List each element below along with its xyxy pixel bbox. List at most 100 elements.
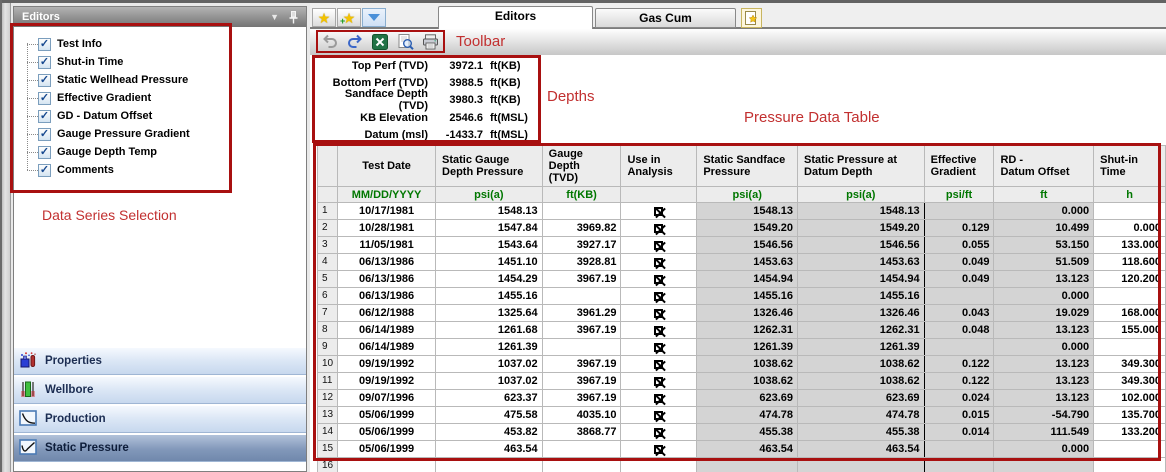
checkbox-checked-icon[interactable] (654, 326, 663, 335)
shut-in-time-cell[interactable]: 0.000 (1094, 220, 1166, 237)
gauge-depth-cell[interactable]: 3967.19 (542, 373, 621, 390)
use-in-analysis-cell[interactable] (621, 373, 697, 390)
tab-gas-cum[interactable]: Gas Cum (595, 8, 736, 28)
gauge-depth-cell[interactable]: 3961.29 (542, 305, 621, 322)
static-gauge-depth-pressure-cell[interactable]: 1454.29 (436, 271, 543, 288)
use-in-analysis-cell[interactable] (621, 237, 697, 254)
checkbox-checked-icon[interactable] (654, 343, 663, 352)
tab-editors[interactable]: Editors (438, 6, 593, 29)
new-tab-button[interactable] (741, 8, 762, 28)
shut-in-time-cell[interactable] (1094, 339, 1166, 356)
add-favorite-star-button[interactable]: ★+ (337, 8, 361, 27)
use-in-analysis-cell[interactable] (621, 339, 697, 356)
gauge-depth-cell[interactable]: 3868.77 (542, 424, 621, 441)
gauge-depth-cell[interactable]: 3967.19 (542, 390, 621, 407)
print-preview-button[interactable] (395, 33, 415, 51)
gauge-depth-cell[interactable]: 3967.19 (542, 271, 621, 288)
shut-in-time-cell[interactable]: 168.000 (1094, 305, 1166, 322)
test-date-cell[interactable]: 10/17/1981 (338, 203, 436, 220)
test-date-cell[interactable]: 06/12/1988 (338, 305, 436, 322)
checkbox-checked-icon[interactable] (654, 207, 663, 216)
tree-item-effective-gradient[interactable]: ✓Effective Gradient (24, 89, 306, 107)
use-in-analysis-cell[interactable] (621, 288, 697, 305)
checkbox-checked-icon[interactable]: ✓ (38, 56, 51, 69)
print-button[interactable] (420, 33, 440, 51)
checkbox-checked-icon[interactable] (654, 360, 663, 369)
static-gauge-depth-pressure-cell[interactable]: 1548.13 (436, 203, 543, 220)
use-in-analysis-cell[interactable] (621, 424, 697, 441)
gauge-depth-cell[interactable] (542, 458, 621, 472)
static-gauge-depth-pressure-cell[interactable]: 453.82 (436, 424, 543, 441)
export-excel-button[interactable] (370, 33, 390, 51)
shut-in-time-cell[interactable]: 118.600 (1094, 254, 1166, 271)
static-gauge-depth-pressure-cell[interactable]: 475.58 (436, 407, 543, 424)
static-gauge-depth-pressure-cell[interactable]: 1543.64 (436, 237, 543, 254)
nav-item-static-pressure[interactable]: Static Pressure (14, 434, 306, 462)
shut-in-time-cell[interactable]: 133.000 (1094, 237, 1166, 254)
checkbox-checked-icon[interactable] (654, 394, 663, 403)
test-date-cell[interactable] (338, 458, 436, 472)
static-gauge-depth-pressure-cell[interactable]: 1037.02 (436, 356, 543, 373)
gauge-depth-cell[interactable]: 3967.19 (542, 322, 621, 339)
gauge-depth-cell[interactable]: 3927.17 (542, 237, 621, 254)
checkbox-checked-icon[interactable]: ✓ (38, 146, 51, 159)
static-gauge-depth-pressure-cell[interactable]: 463.54 (436, 441, 543, 458)
shut-in-time-cell[interactable] (1094, 458, 1166, 472)
shut-in-time-cell[interactable]: 349.300 (1094, 373, 1166, 390)
test-date-cell[interactable]: 06/13/1986 (338, 271, 436, 288)
nav-item-properties[interactable]: Properties (14, 347, 306, 375)
checkbox-checked-icon[interactable] (654, 292, 663, 301)
pin-icon[interactable] (289, 11, 298, 24)
test-date-cell[interactable]: 11/05/1981 (338, 237, 436, 254)
tree-item-test-info[interactable]: ✓Test Info (24, 35, 306, 53)
favorites-dropdown-button[interactable] (362, 8, 386, 27)
use-in-analysis-cell[interactable] (621, 390, 697, 407)
gauge-depth-cell[interactable]: 3928.81 (542, 254, 621, 271)
gauge-depth-cell[interactable] (542, 288, 621, 305)
static-gauge-depth-pressure-cell[interactable] (436, 458, 543, 472)
use-in-analysis-cell[interactable] (621, 254, 697, 271)
shut-in-time-cell[interactable] (1094, 203, 1166, 220)
checkbox-checked-icon[interactable] (654, 377, 663, 386)
checkbox-checked-icon[interactable] (654, 241, 663, 250)
static-gauge-depth-pressure-cell[interactable]: 1037.02 (436, 373, 543, 390)
nav-item-production[interactable]: Production (14, 405, 306, 433)
static-gauge-depth-pressure-cell[interactable]: 1261.39 (436, 339, 543, 356)
checkbox-checked-icon[interactable] (654, 309, 663, 318)
test-date-cell[interactable]: 06/14/1989 (338, 322, 436, 339)
shut-in-time-cell[interactable]: 102.000 (1094, 390, 1166, 407)
gauge-depth-cell[interactable] (542, 203, 621, 220)
use-in-analysis-cell[interactable] (621, 441, 697, 458)
shut-in-time-cell[interactable]: 135.700 (1094, 407, 1166, 424)
static-gauge-depth-pressure-cell[interactable]: 1451.10 (436, 254, 543, 271)
use-in-analysis-cell[interactable] (621, 203, 697, 220)
checkbox-checked-icon[interactable] (654, 258, 663, 267)
test-date-cell[interactable]: 05/06/1999 (338, 407, 436, 424)
test-date-cell[interactable]: 06/14/1989 (338, 339, 436, 356)
checkbox-checked-icon[interactable] (654, 445, 663, 454)
shut-in-time-cell[interactable] (1094, 288, 1166, 305)
tree-item-gauge-depth-temp[interactable]: ✓Gauge Depth Temp (24, 143, 306, 161)
chevron-down-icon[interactable]: ▼ (270, 7, 279, 27)
checkbox-checked-icon[interactable]: ✓ (38, 128, 51, 141)
tree-item-shut-in-time[interactable]: ✓Shut-in Time (24, 53, 306, 71)
tree-item-comments[interactable]: ✓Comments (24, 161, 306, 179)
gauge-depth-cell[interactable]: 3967.19 (542, 356, 621, 373)
use-in-analysis-cell[interactable] (621, 407, 697, 424)
checkbox-checked-icon[interactable] (654, 224, 663, 233)
use-in-analysis-cell[interactable] (621, 322, 697, 339)
test-date-cell[interactable]: 09/19/1992 (338, 373, 436, 390)
use-in-analysis-cell[interactable] (621, 356, 697, 373)
checkbox-checked-icon[interactable]: ✓ (38, 38, 51, 51)
use-in-analysis-cell[interactable] (621, 305, 697, 322)
shut-in-time-cell[interactable] (1094, 441, 1166, 458)
static-gauge-depth-pressure-cell[interactable]: 1261.68 (436, 322, 543, 339)
test-date-cell[interactable]: 06/13/1986 (338, 288, 436, 305)
checkbox-checked-icon[interactable]: ✓ (38, 74, 51, 87)
gauge-depth-cell[interactable] (542, 441, 621, 458)
checkbox-checked-icon[interactable]: ✓ (38, 110, 51, 123)
use-in-analysis-cell[interactable] (621, 271, 697, 288)
tree-item-gauge-pressure-gradient[interactable]: ✓Gauge Pressure Gradient (24, 125, 306, 143)
test-date-cell[interactable]: 05/06/1999 (338, 424, 436, 441)
checkbox-checked-icon[interactable] (654, 411, 663, 420)
